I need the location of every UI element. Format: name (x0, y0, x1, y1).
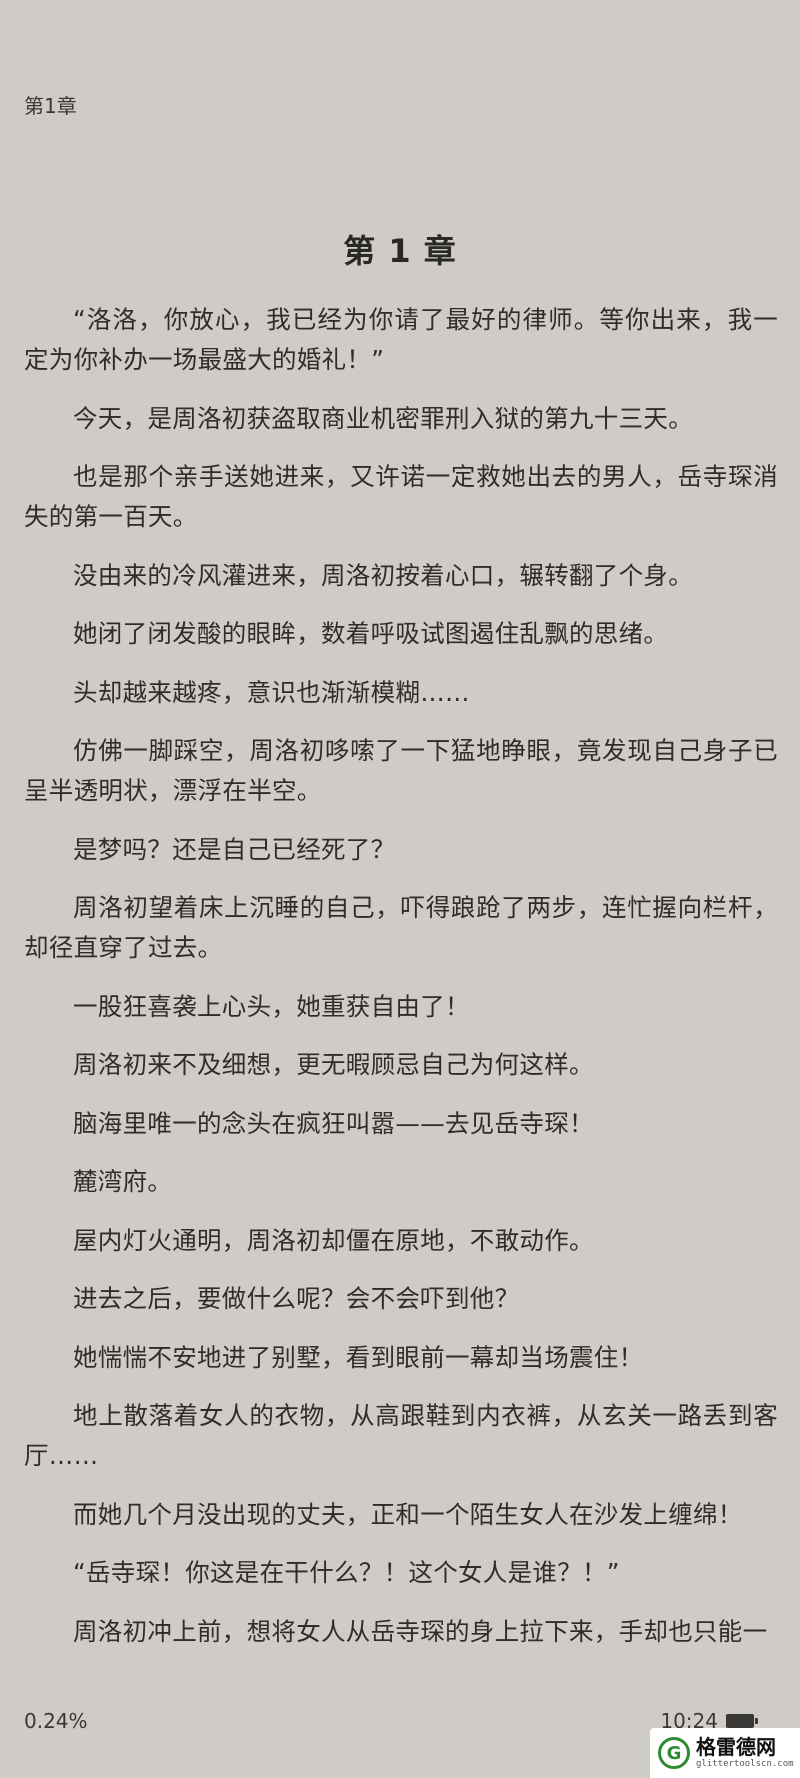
paragraph: 地上散落着女人的衣物，从高跟鞋到内衣裤，从玄关一路丢到客厅…… (24, 1401, 778, 1470)
paragraph: 她闭了闭发酸的眼眸，数着呼吸试图遏住乱飘的思绪。 (73, 619, 669, 648)
paragraph: “岳寺琛！你这是在干什么？！这个女人是谁？！” (73, 1558, 620, 1587)
chapter-title: 第 1 章 (343, 232, 457, 270)
paragraph: 是梦吗？还是自己已经死了？ (73, 834, 396, 864)
watermark-text: 格雷德网 glittertoolscn.com (696, 1737, 794, 1769)
paragraph: 周洛初望着床上沉睡的自己，吓得踉跄了两步，连忙握向栏杆，却径直穿了过去。 (24, 893, 778, 962)
paragraph: 一股狂喜袭上心头，她重获自由了！ (73, 991, 470, 1021)
reader-content[interactable]: “洛洛，你放心，我已经为你请了最好的律师。等你出来，我一定为你补办一场最盛大的婚… (24, 300, 778, 1670)
battery-body (726, 1714, 754, 1728)
battery-icon (726, 1714, 758, 1728)
paragraph: 周洛初来不及细想，更无暇顾忌自己为何这样。 (73, 1050, 594, 1079)
paragraph: 头却越来越疼，意识也渐渐模糊…… (73, 677, 470, 707)
paragraph: 进去之后，要做什么呢？会不会吓到他？ (73, 1284, 520, 1313)
paragraph: 今天，是周洛初获盗取商业机密罪刑入狱的第九十三天。 (73, 403, 693, 433)
paragraph: 脑海里唯一的念头在疯狂叫嚣——去见岳寺琛！ (73, 1108, 594, 1138)
paragraph: “洛洛，你放心，我已经为你请了最好的律师。等你出来，我一定为你补办一场最盛大的婚… (24, 305, 778, 374)
watermark-url: glittertoolscn.com (696, 1759, 794, 1769)
reader-header-chapter: 第1章 (24, 94, 77, 118)
paragraph: 没由来的冷风灌进来，周洛初按着心口，辗转翻了个身。 (73, 560, 693, 590)
paragraph: 屋内灯火通明，周洛初却僵在原地，不敢动作。 (73, 1225, 594, 1255)
paragraph: 周洛初冲上前，想将女人从岳寺琛的身上拉下来，手却也只能一 (73, 1616, 768, 1646)
site-watermark: G 格雷德网 glittertoolscn.com (650, 1728, 800, 1778)
paragraph: 也是那个亲手送她进来，又许诺一定救她出去的男人，岳寺琛消失的第一百天。 (24, 462, 778, 531)
paragraph: 而她几个月没出现的丈夫，正和一个陌生女人在沙发上缠绵！ (73, 1499, 743, 1529)
watermark-logo-icon: G (658, 1737, 690, 1769)
watermark-name: 格雷德网 (696, 1735, 776, 1759)
paragraph: 麓湾府。 (73, 1167, 173, 1196)
battery-tip (755, 1718, 758, 1724)
paragraph: 仿佛一脚踩空，周洛初哆嗦了一下猛地睁眼，竟发现自己身子已呈半透明状，漂浮在半空。 (24, 736, 778, 805)
paragraph: 她惴惴不安地进了别墅，看到眼前一幕却当场震住！ (73, 1342, 644, 1372)
reading-progress: 0.24% (24, 1709, 88, 1733)
